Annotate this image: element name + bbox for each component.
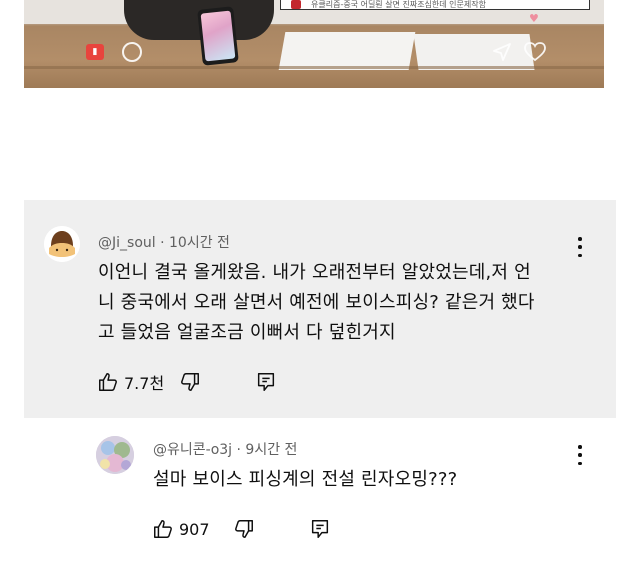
comment-line: 이언니 결국 올게왔음. 내가 오래전부터 알았었는데,저 언 (98, 262, 531, 283)
like-count: 7.7천 (124, 374, 165, 393)
thumbs-down-icon[interactable] (232, 517, 256, 541)
search-icon[interactable] (122, 42, 142, 62)
heart-icon: ♥ (529, 12, 539, 25)
comment-author[interactable]: @유니콘-o3j (153, 442, 232, 458)
meta-separator: · (160, 235, 165, 251)
thumbs-up-icon[interactable] (151, 517, 175, 541)
comment-time[interactable]: 9시간 전 (245, 442, 297, 458)
more-vert-icon[interactable] (575, 237, 585, 257)
more-vert-icon[interactable] (575, 445, 585, 465)
reply-icon[interactable] (254, 370, 278, 394)
thumbs-down-icon[interactable] (178, 370, 202, 394)
comment-actions: 7.7천 (96, 370, 278, 394)
comment-body: 이언니 결국 올게왔음. 내가 오래전부터 알았었는데,저 언 니 중국에서 오… (98, 258, 598, 348)
save-icon[interactable]: ▮ (86, 44, 104, 60)
comment-author[interactable]: @Ji_soul (98, 235, 156, 251)
caption-icon (291, 0, 301, 9)
comment-line: 니 중국에서 오래 살면서 예전에 보이스피싱? 같은거 했다 (98, 292, 535, 313)
reply-icon[interactable] (308, 517, 332, 541)
video-paper (413, 34, 535, 70)
like-heart-icon[interactable] (524, 42, 546, 62)
comment-actions: 907 (151, 517, 332, 541)
like-count: 907 (179, 519, 210, 539)
comment-line: 고 들었음 얼굴조금 이뻐서 다 덮힌거지 (98, 322, 396, 343)
comment-body: 설마 보이스 피싱계의 전설 린자오밍??? (153, 465, 573, 495)
video-caption: 유클리즘-중국 어딜뤈 살면 진짜조심한데 인문제작함 (280, 0, 590, 10)
avatar[interactable] (96, 436, 134, 474)
comment-meta: @Ji_soul · 10시간 전 (98, 232, 230, 252)
highlighted-comment: @Ji_soul · 10시간 전 이언니 결국 올게왔음. 내가 오래전부터 … (24, 200, 616, 418)
thumbs-up-icon[interactable] (96, 370, 120, 394)
comment-meta: @유니콘-o3j · 9시간 전 (153, 439, 297, 459)
meta-separator: · (236, 442, 241, 458)
video-desk (24, 66, 604, 69)
video-player[interactable]: 유클리즘-중국 어딜뤈 살면 진짜조심한데 인문제작함 ♥ ▮ (24, 0, 604, 88)
avatar[interactable] (44, 226, 80, 262)
video-paper (278, 32, 416, 70)
comment-line: 설마 보이스 피싱계의 전설 린자오밍??? (153, 469, 458, 490)
share-icon[interactable] (492, 42, 512, 62)
video-phone (197, 6, 239, 66)
comment-time[interactable]: 10시간 전 (169, 235, 230, 251)
